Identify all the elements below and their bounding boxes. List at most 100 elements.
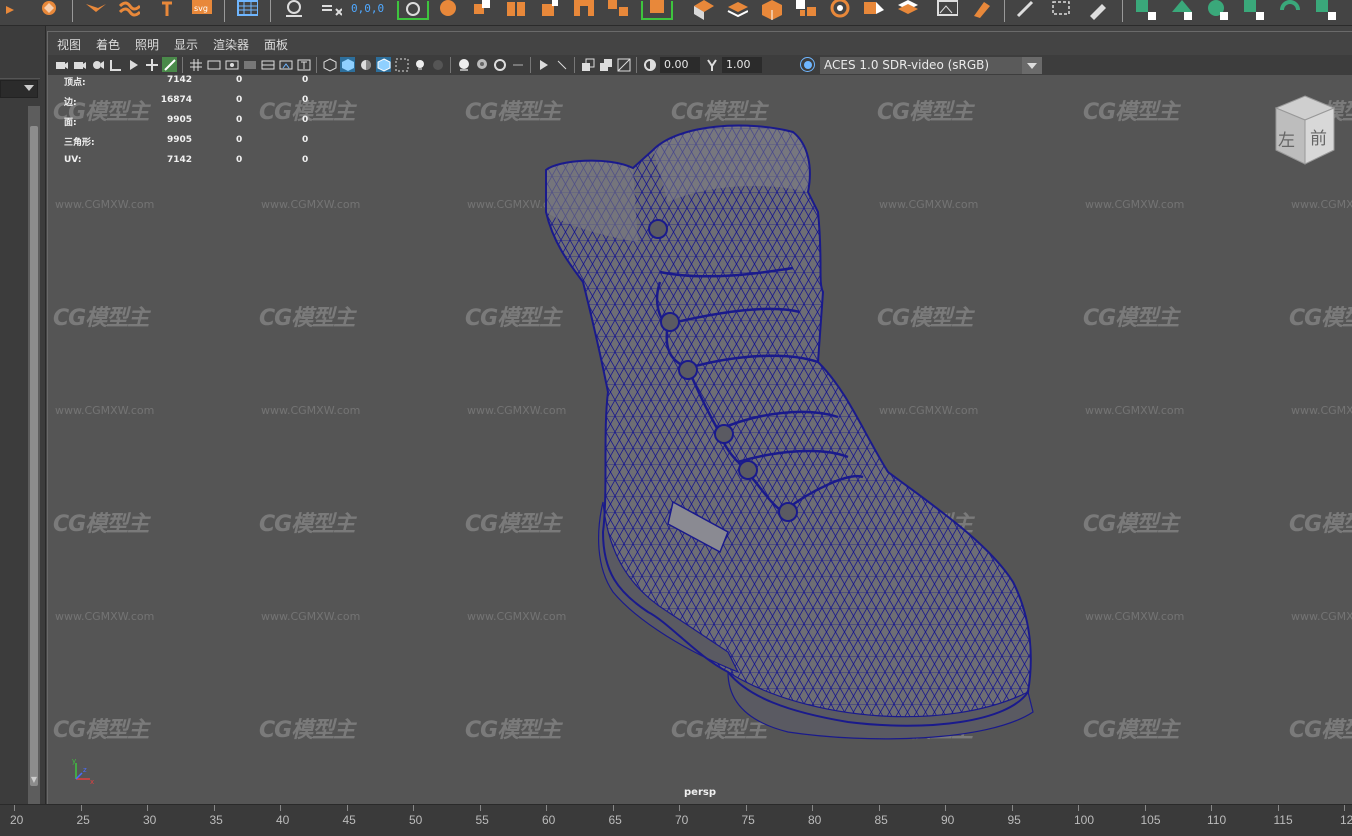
hud-value: 0	[302, 115, 309, 125]
shelf-combine-icon[interactable]	[606, 0, 628, 20]
shelf-lasso-icon[interactable]	[396, 0, 430, 20]
shelf-split-icon[interactable]	[794, 0, 816, 20]
shelf-separate-icon[interactable]	[640, 0, 674, 20]
hud-value: 7142	[166, 75, 192, 85]
shelf-brush-icon[interactable]	[1086, 0, 1108, 20]
shelf-cube-icon[interactable]	[470, 0, 492, 20]
shelf-wave-icon[interactable]	[118, 0, 140, 20]
hud-row-vertices: 顶点: 7142 0 0	[64, 75, 324, 89]
timeline-tick-label: 40	[276, 813, 290, 827]
svg-text:x: x	[90, 778, 94, 786]
maya-window: svg 0,0,0 ▼ 视图 着色 照明 显示 渲染器 面板 0.00 1.00…	[0, 0, 1352, 836]
timeline-tick-label: 105	[1140, 813, 1161, 827]
shelf-polygon-icon[interactable]	[38, 0, 60, 20]
chevron-down-icon	[24, 85, 34, 91]
shelf-uv-cut-icon[interactable]	[1170, 0, 1192, 20]
hud-value: 0	[236, 95, 243, 105]
hud-value: 9905	[166, 135, 192, 145]
left-panel-divider	[0, 78, 40, 79]
shelf-uv-sew-icon[interactable]	[1206, 0, 1228, 20]
shelf-layers-icon[interactable]	[726, 0, 748, 20]
hud-value: 0	[236, 155, 243, 165]
timeline-tick-mark	[679, 805, 680, 811]
shelf-grid-icon[interactable]	[236, 0, 258, 20]
shelf-sculpt-icon[interactable]	[970, 0, 992, 20]
timeline-tick-label: 115	[1273, 813, 1293, 827]
timeline-tick-label: 50	[409, 813, 423, 827]
shelf-image-icon[interactable]	[936, 0, 958, 20]
shelf-toolbar: svg 0,0,0	[0, 0, 1352, 26]
timeline-tick-mark	[1344, 805, 1345, 811]
timeline-tick-mark	[80, 805, 82, 811]
shelf-svg-icon[interactable]: svg	[190, 0, 212, 20]
left-panel-scroll-thumb[interactable]	[30, 126, 38, 786]
timeline-tick-label: 100	[1074, 813, 1095, 827]
viewcube-front-face[interactable]: 前	[1310, 124, 1327, 149]
hud-row-uvs: UV: 7142 0 0	[64, 155, 324, 169]
view-cube[interactable]: 左 前	[1270, 92, 1340, 172]
shelf-stack-icon[interactable]	[896, 0, 918, 20]
shelf-bevel-icon[interactable]	[538, 0, 560, 20]
timeline-tick-label: 35	[209, 813, 223, 827]
hud-value: 0	[302, 135, 309, 145]
timeline-tick-mark	[213, 805, 215, 811]
shelf-box-icon[interactable]	[760, 0, 782, 20]
hud-value: 16874	[160, 95, 192, 105]
timeline-tick-mark	[612, 805, 614, 811]
shelf-extrude-icon[interactable]	[504, 0, 526, 20]
timeline-tick-label: 75	[741, 813, 755, 827]
timeline-tick-mark	[1211, 805, 1212, 811]
shelf-merge-icon[interactable]	[692, 0, 714, 20]
timeline-tick-mark	[546, 805, 547, 811]
shelf-flip-icon[interactable]	[862, 0, 884, 20]
shelf-separator	[224, 0, 225, 22]
hud-value: 0	[236, 75, 243, 85]
shelf-curve-icon[interactable]	[84, 0, 106, 20]
timeline-tick-mark	[479, 805, 481, 811]
3d-viewport[interactable]: 视图 着色 照明 显示 渲染器 面板 0.00 1.00 ACES 1.0 SD…	[47, 31, 1352, 804]
boot-shaded-body[interactable]	[538, 112, 1038, 742]
timeline-tick-mark	[812, 805, 813, 811]
shelf-sphere-icon[interactable]	[436, 0, 458, 20]
timeline-tick-mark	[147, 805, 148, 811]
timeline-tick-label: 55	[475, 813, 489, 827]
svg-text:svg: svg	[194, 4, 208, 13]
shelf-uv-rotate-icon[interactable]	[1278, 0, 1300, 20]
timeline-tick-mark	[1144, 805, 1146, 811]
shelf-partial-icon[interactable]	[0, 0, 22, 20]
timeline-tick-label: 60	[542, 813, 556, 827]
scroll-down-icon[interactable]: ▼	[28, 774, 40, 784]
hud-value: 9905	[166, 115, 192, 125]
axis-gizmo: y z x	[72, 757, 94, 786]
hud-label: 面:	[64, 118, 77, 128]
shelf-uv-icon[interactable]	[1134, 0, 1156, 20]
shelf-uv-layout-icon[interactable]	[1314, 0, 1336, 20]
shelf-separator	[1004, 0, 1005, 22]
shelf-separator	[1122, 0, 1123, 22]
svg-text:y: y	[72, 757, 76, 765]
timeline-tick-label: 25	[76, 813, 90, 827]
shelf-snap-icon[interactable]	[320, 0, 342, 20]
viewcube-left-face[interactable]: 左	[1278, 126, 1295, 151]
shelf-camera-icon[interactable]	[282, 0, 304, 20]
timeline-tick-label: 80	[808, 813, 822, 827]
timeline-tick-label: 12	[1340, 813, 1352, 827]
shelf-measure-icon[interactable]	[1050, 0, 1072, 20]
timeline-tick-mark	[14, 805, 15, 811]
timeline-tick-mark	[878, 805, 880, 811]
timeline-tick-mark	[280, 805, 281, 811]
shelf-text-icon[interactable]	[156, 0, 178, 20]
shelf-bridge-icon[interactable]	[572, 0, 594, 20]
timeline-tick-label: 70	[675, 813, 689, 827]
hud-value: 7142	[166, 155, 192, 165]
timeline-tick-mark	[945, 805, 946, 811]
shelf-uv-unfold-icon[interactable]	[1242, 0, 1264, 20]
shelf-separator	[72, 0, 73, 22]
time-slider[interactable]: 20 25 30 35 40 45 50 55 60 65 70 75 80 85 90 95 100 105 11…	[0, 804, 1352, 836]
shelf-pen-icon[interactable]	[1014, 0, 1036, 20]
shelf-separator	[270, 0, 271, 22]
timeline-tick-label: 110	[1207, 813, 1227, 827]
shelf-circle-icon[interactable]	[828, 0, 850, 20]
left-panel-dropdown[interactable]	[0, 80, 38, 98]
hud-label: UV:	[64, 155, 82, 165]
